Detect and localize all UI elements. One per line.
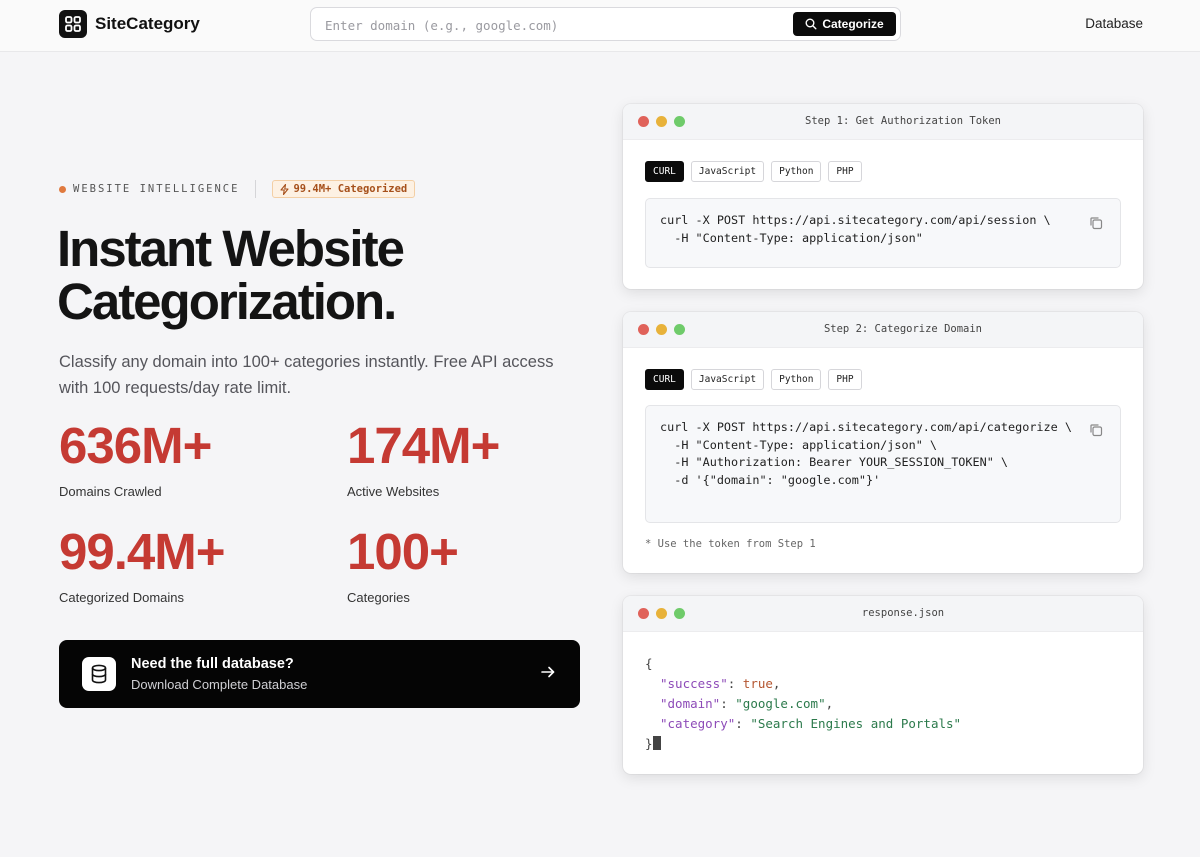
lightning-icon (280, 183, 289, 195)
json-key: "domain" (660, 696, 721, 711)
stat-label: Categorized Domains (59, 590, 185, 605)
hero-subtitle: Classify any domain into 100+ categories… (59, 353, 554, 397)
json-key: "success" (660, 676, 728, 691)
domain-search-form: Categorize (310, 7, 901, 41)
search-icon (805, 18, 817, 30)
categorize-button-label: Categorize (822, 17, 884, 31)
database-icon (82, 657, 116, 691)
code-block: curl -X POST https://api.sitecategory.co… (645, 198, 1121, 268)
tab-javascript[interactable]: JavaScript (690, 369, 765, 390)
language-tabs: CURL JavaScript Python PHP (645, 369, 862, 390)
tab-php[interactable]: PHP (828, 161, 862, 182)
language-tabs: CURL JavaScript Python PHP (645, 161, 862, 182)
status-dot (59, 185, 66, 193)
window-title: response.json (861, 607, 945, 619)
stat-value: 636M+ (59, 417, 212, 474)
hero-eyebrow: WEBSITE INTELLIGENCE 99.4M+ Categorized (59, 180, 416, 198)
page-title-line2: Categorization. (57, 273, 397, 330)
window-title: Step 2: Categorize Domain (823, 323, 983, 335)
page-title-line1: Instant Website (57, 220, 405, 277)
cta-subtitle: Download Complete Database (131, 677, 308, 692)
eyebrow-label: WEBSITE INTELLIGENCE (73, 183, 240, 195)
code-block: curl -X POST https://api.sitecategory.co… (645, 405, 1121, 523)
json-close-brace: } (645, 736, 653, 751)
stat-label: Categories (347, 590, 410, 605)
stat-domains-crawled: 636M+ Domains Crawled (59, 417, 212, 500)
step1-code-window: Step 1: Get Authorization Token CURL Jav… (623, 104, 1143, 289)
window-titlebar: Step 2: Categorize Domain (623, 312, 1143, 348)
copy-icon[interactable] (1089, 216, 1103, 230)
download-database-button[interactable]: Need the full database? Download Complet… (59, 640, 580, 708)
page-title: Instant Website Categorization. (57, 222, 577, 328)
json-line-success: "success": true, (660, 676, 781, 691)
tab-curl[interactable]: CURL (645, 161, 684, 182)
stat-categorized-domains: 99.4M+ Categorized Domains (59, 523, 226, 606)
json-line-domain: "domain": "google.com", (660, 696, 834, 711)
window-titlebar: response.json (623, 596, 1143, 632)
step2-note: * Use the token from Step 1 (645, 538, 816, 550)
arrow-right-icon (541, 666, 555, 678)
window-titlebar: Step 1: Get Authorization Token (623, 104, 1143, 140)
stat-categories: 100+ Categories (347, 523, 459, 606)
json-open-brace: { (645, 656, 653, 671)
stat-label: Domains Crawled (59, 484, 162, 499)
stat-value: 174M+ (347, 417, 500, 474)
brand-logo[interactable]: SiteCategory (59, 10, 200, 38)
json-comma: , (772, 676, 781, 691)
tab-python[interactable]: Python (771, 369, 822, 390)
json-close-line: } (645, 734, 961, 754)
code-snippet: curl -X POST https://api.sitecategory.co… (660, 420, 1072, 487)
tab-python[interactable]: Python (771, 161, 822, 182)
copy-icon[interactable] (1089, 423, 1103, 437)
domain-search-input[interactable] (325, 15, 785, 35)
cta-title: Need the full database? (131, 656, 294, 672)
tab-php[interactable]: PHP (828, 369, 862, 390)
brand-name: SiteCategory (95, 14, 200, 33)
stat-label: Active Websites (347, 484, 440, 499)
categorize-button[interactable]: Categorize (793, 12, 896, 36)
tab-curl[interactable]: CURL (645, 369, 684, 390)
nav-link-database[interactable]: Database (1085, 16, 1143, 31)
window-title: Step 1: Get Authorization Token (805, 115, 1001, 127)
grid-logo-icon (59, 10, 87, 38)
eyebrow-divider (255, 180, 257, 198)
step2-code-window: Step 2: Categorize Domain CURL JavaScrip… (623, 312, 1143, 573)
json-comma: , (825, 696, 834, 711)
json-line-category: "category": "Search Engines and Portals" (660, 716, 962, 731)
json-value: "google.com" (735, 696, 826, 711)
code-snippet: curl -X POST https://api.sitecategory.co… (660, 213, 1051, 245)
json-value: "Search Engines and Portals" (750, 716, 962, 731)
top-navbar: SiteCategory Categorize Database (0, 0, 1200, 52)
response-json-window: response.json { "success": true, "domain… (623, 596, 1143, 774)
json-key: "category" (660, 716, 736, 731)
json-value: true (742, 676, 773, 691)
json-response: { "success": true, "domain": "google.com… (645, 654, 961, 754)
categorized-count-badge: 99.4M+ Categorized (272, 180, 416, 198)
stat-active-websites: 174M+ Active Websites (347, 417, 500, 500)
text-cursor (652, 736, 661, 750)
tab-javascript[interactable]: JavaScript (690, 161, 765, 182)
badge-label: 99.4M+ Categorized (293, 183, 408, 195)
stat-value: 99.4M+ (59, 523, 226, 580)
stat-value: 100+ (347, 523, 459, 580)
